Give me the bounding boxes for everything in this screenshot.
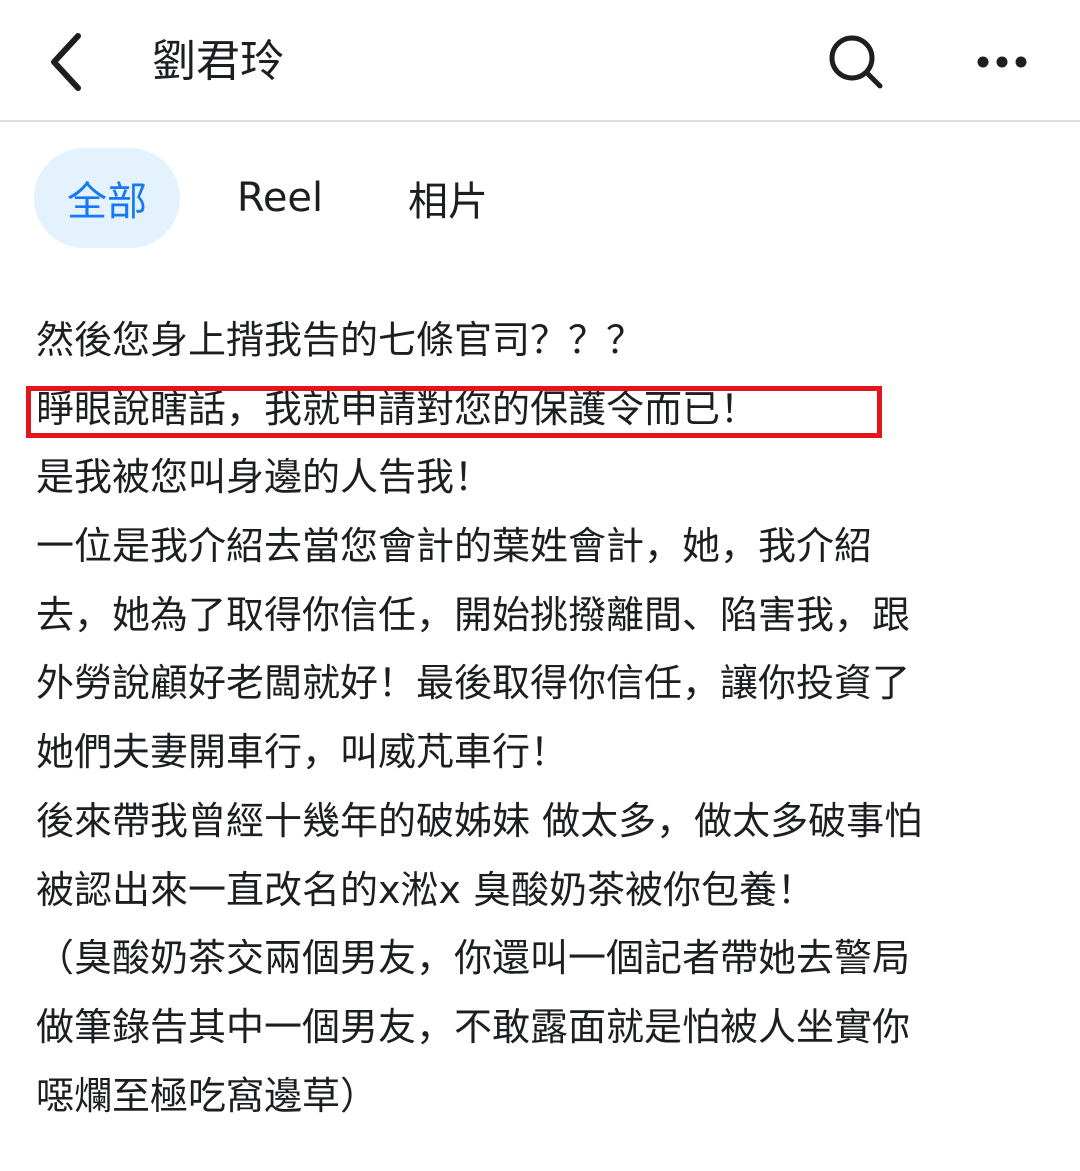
post-line: 外勞說顧好老闆就好！最後取得你信任，讓你投資了 [36, 661, 911, 706]
post-line: （臭酸奶茶交兩個男友，你還叫一個記者帶她去警局 [36, 936, 911, 981]
post-line-highlighted: 睜眼說瞎話，我就申請對您的保護令而已！ [36, 386, 759, 431]
post-line: 她們夫妻開車行，叫威芃車行！ [36, 730, 569, 775]
post-line: 後來帶我曾經十幾年的破姊妹 做太多，做太多破事怕 [36, 798, 923, 843]
search-icon [829, 35, 883, 89]
post-line: 是我被您叫身邊的人告我！ [36, 455, 493, 500]
tab-all[interactable]: 全部 [34, 148, 180, 248]
post-line: 做筆錄告其中一個男友，不敢露面就是怕被人坐實你 [36, 1004, 911, 1049]
tab-reel[interactable]: Reel [222, 148, 338, 248]
post-line: 一位是我介紹去當您會計的葉姓會計，她，我介紹 [36, 524, 873, 569]
post-body: 然後您身上揹我告的七條官司？？？ 睜眼說瞎話，我就申請對您的保護令而已！ 是我被… [36, 306, 1046, 1130]
tab-label: 相片 [408, 179, 488, 225]
filter-tabs: 全部 Reel 相片 [0, 122, 1080, 272]
post-line: 噁爛至極吃窩邊草） [36, 1073, 379, 1118]
tab-photos[interactable]: 相片 [392, 148, 504, 248]
tab-label: Reel [236, 175, 324, 221]
post-line: 去，她為了取得你信任，開始挑撥離間、陷害我，跟 [36, 592, 911, 637]
search-button[interactable] [824, 30, 888, 94]
more-horizontal-icon [977, 56, 1027, 68]
top-app-bar: 劉君玲 [0, 0, 1080, 122]
more-options-button[interactable] [970, 36, 1034, 88]
tab-label: 全部 [67, 179, 147, 225]
back-button[interactable] [36, 26, 100, 98]
post-line: 被認出來一直改名的x淞x 臭酸奶茶被你包養！ [36, 867, 816, 912]
chevron-left-icon [51, 33, 81, 91]
post-line: 然後您身上揹我告的七條官司？？？ [36, 318, 645, 362]
page-title: 劉君玲 [152, 36, 284, 87]
